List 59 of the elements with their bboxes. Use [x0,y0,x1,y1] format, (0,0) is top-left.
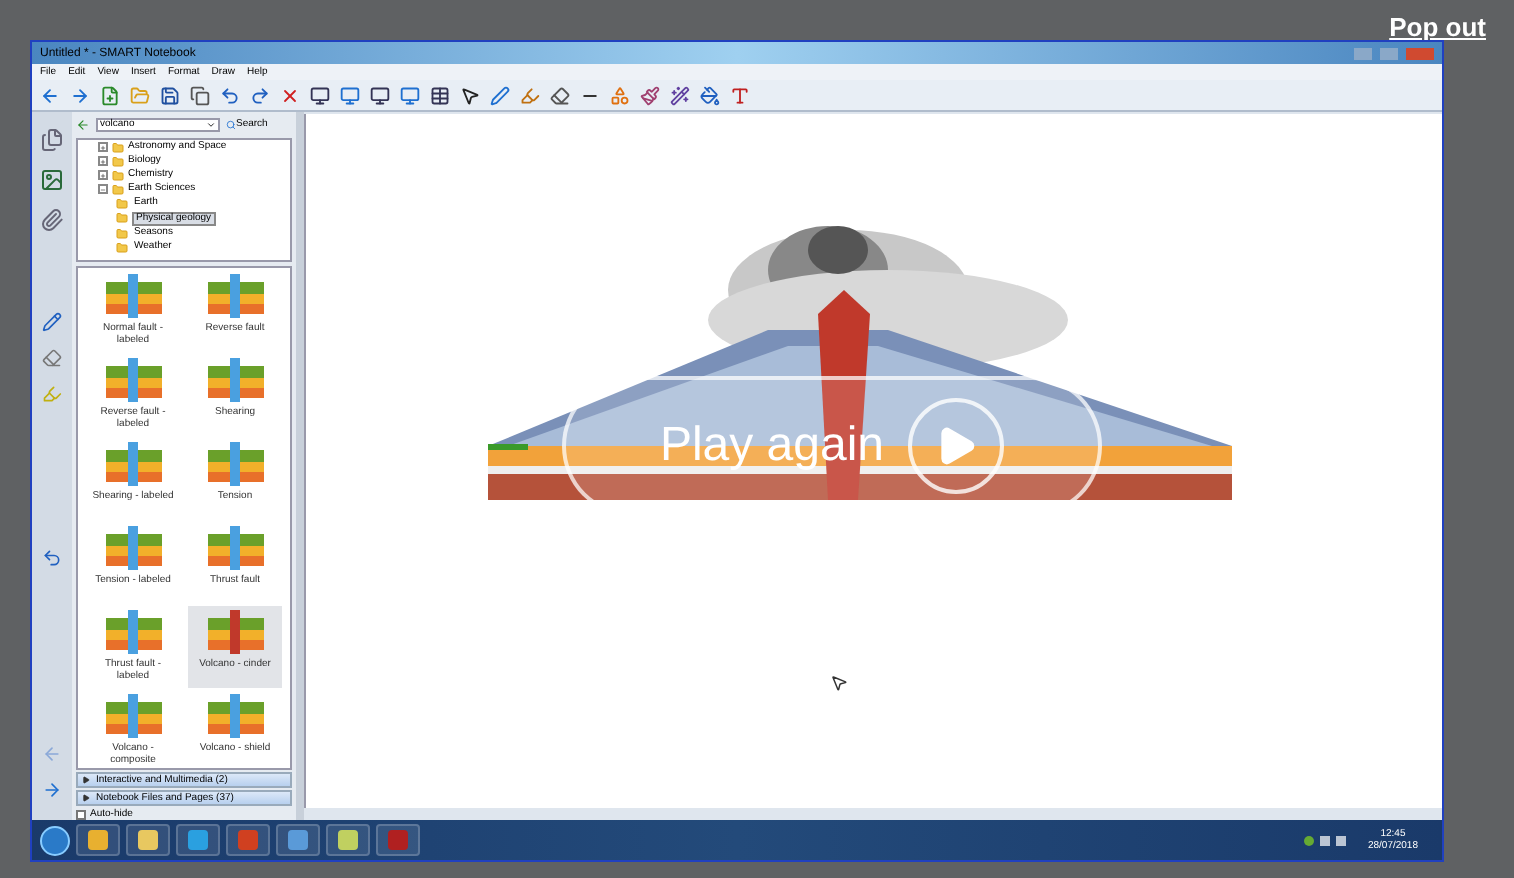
monitor-icon[interactable] [340,85,360,105]
expander-toggle[interactable] [98,184,108,195]
play-icon[interactable] [908,398,1005,494]
thumbnail-drawing [103,522,163,575]
flag-tray-icon[interactable] [1319,835,1330,845]
pen-icon[interactable] [490,85,510,105]
notebook-app-icon[interactable] [276,824,320,856]
search-icon [226,119,236,130]
thumbnail-drawing [103,270,163,323]
expander-toggle[interactable] [98,156,108,167]
text-icon[interactable] [730,85,750,105]
thumbnail-drawing [103,690,163,743]
back-icon[interactable] [76,117,90,132]
pop-out-link[interactable]: Pop out [1389,8,1486,47]
thumbnail-drawing [103,354,163,407]
mouse-cursor-icon [830,674,848,692]
thumbnail-drawing [103,438,163,491]
select-pointer-icon[interactable] [460,85,480,105]
thumbnail-drawing [205,270,265,323]
gallery-tab-icon[interactable] [40,168,64,192]
folder-app-icon[interactable] [76,824,120,856]
eraser-tool-icon[interactable] [42,348,62,368]
thumbnail-drawing [103,606,163,659]
pen-tool-icon[interactable] [42,312,62,332]
thumbnail-drawing [205,606,265,659]
table-icon[interactable] [430,85,450,105]
redo-icon[interactable] [250,85,270,105]
expander-toggle[interactable] [98,170,108,181]
network-tray-icon[interactable] [1303,835,1314,845]
shapes-icon[interactable] [610,85,630,105]
screen-shade-icon[interactable] [310,85,330,105]
thumbnail-drawing [205,522,265,575]
attachments-tab-icon[interactable] [40,208,64,232]
auto-hide-checkbox[interactable] [76,810,86,821]
thumbnail-drawing [205,438,265,491]
copy-page-icon[interactable] [190,85,210,105]
speaker-tray-icon[interactable] [1335,835,1346,845]
start-button[interactable] [40,825,70,855]
undo-tool-icon[interactable] [42,548,62,568]
magic-pen-icon[interactable] [670,85,690,105]
highlighter-icon[interactable] [520,85,540,105]
undo-icon[interactable] [220,85,240,105]
save-icon[interactable] [160,85,180,105]
screen-icon[interactable] [400,85,420,105]
fill-icon[interactable] [700,85,720,105]
next-page-icon[interactable] [42,780,62,800]
thumbnail-drawing [205,690,265,743]
page-sorter-tab-icon[interactable] [40,128,64,152]
thumbnail-drawing [205,354,265,407]
new-page-icon[interactable] [100,85,120,105]
brush-icon[interactable] [640,85,660,105]
display-icon[interactable] [370,85,390,105]
dropdown-caret-icon[interactable] [206,119,216,130]
notes-app-icon[interactable] [326,824,370,856]
back-arrow-icon[interactable] [40,85,60,105]
forward-arrow-icon[interactable] [70,85,90,105]
expander-toggle[interactable] [98,142,108,153]
eraser-icon[interactable] [550,85,570,105]
delete-icon[interactable] [280,85,300,105]
